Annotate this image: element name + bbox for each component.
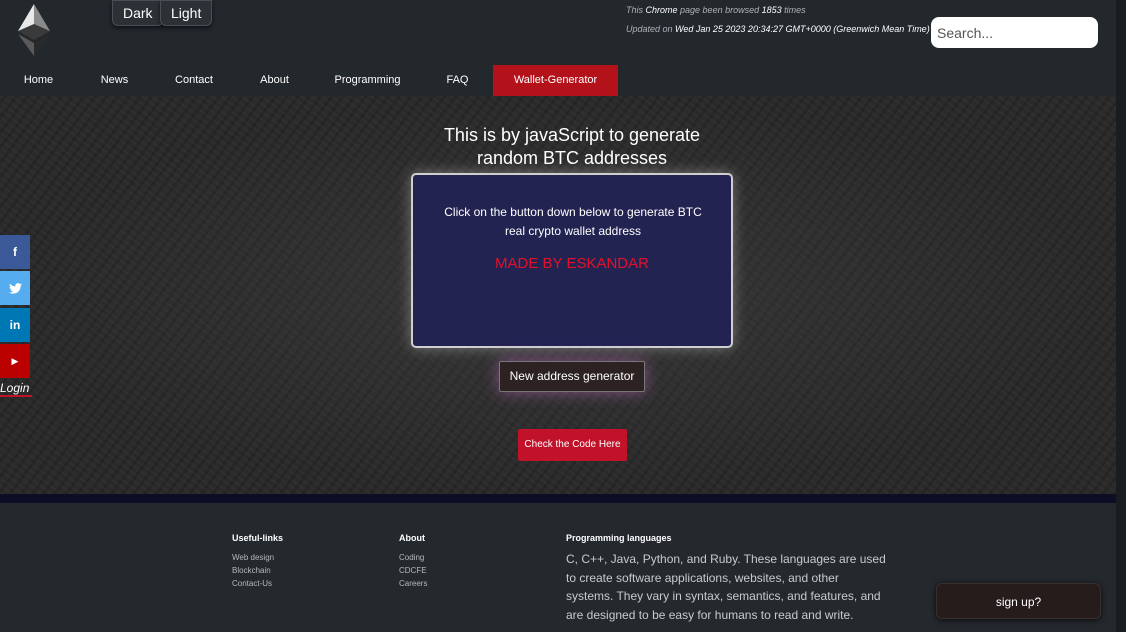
section-divider: [0, 494, 1116, 503]
footer-link-coding[interactable]: Coding: [399, 553, 424, 562]
browser-name: Chrome: [645, 5, 678, 15]
facebook-glyph: f: [13, 245, 17, 259]
programming-title: Programming languages: [566, 533, 672, 543]
footer-link-web-design[interactable]: Web design: [232, 553, 274, 562]
title-line-1: This is by javaScript to generate: [443, 125, 701, 145]
login-link[interactable]: Login: [0, 381, 32, 397]
check-code-button[interactable]: Check the Code Here: [518, 429, 627, 461]
update-date-text: Updated on Wed Jan 25 2023 20:34:27 GMT+…: [626, 24, 930, 34]
card-line-2: real crypto wallet address: [504, 224, 642, 238]
card-instructions: Click on the button down below to genera…: [433, 203, 713, 241]
nav-contact[interactable]: Contact: [152, 65, 236, 96]
main-section: This is by javaScript to generate random…: [0, 96, 1116, 494]
linkedin-icon[interactable]: in: [0, 308, 30, 342]
twitter-bird-icon: [8, 282, 22, 294]
footer-link-cdcfe[interactable]: CDCFE: [399, 566, 427, 575]
nav-home[interactable]: Home: [0, 65, 77, 96]
ethereum-logo-icon[interactable]: [14, 4, 54, 56]
new-address-button[interactable]: New address generator: [499, 361, 645, 392]
twitter-icon[interactable]: [0, 271, 30, 305]
browse-counter-text: This Chrome page been browsed 1853 times: [626, 5, 806, 15]
linkedin-glyph: in: [9, 318, 21, 332]
search-input[interactable]: [931, 17, 1098, 48]
title-line-2: random BTC addresses: [476, 148, 668, 168]
programming-description: C, C++, Java, Python, and Ruby. These la…: [566, 552, 886, 622]
update-date: Wed Jan 25 2023 20:34:27 GMT+0000 (Green…: [675, 24, 930, 34]
page-title: This is by javaScript to generate random…: [0, 124, 1126, 170]
nav-wallet-generator[interactable]: Wallet-Generator: [493, 65, 618, 96]
nav-about[interactable]: About: [236, 65, 313, 96]
light-theme-button[interactable]: Light: [160, 0, 213, 26]
footer-link-careers[interactable]: Careers: [399, 579, 427, 588]
browse-count: 1853: [761, 5, 782, 15]
dark-theme-button[interactable]: Dark: [112, 0, 164, 26]
footer-link-blockchain[interactable]: Blockchain: [232, 566, 271, 575]
page-scrollbar[interactable]: [1116, 0, 1126, 632]
about-title: About: [399, 533, 425, 543]
nav-faq[interactable]: FAQ: [422, 65, 493, 96]
youtube-glyph: ▶: [11, 355, 19, 366]
useful-links-title: Useful-links: [232, 533, 284, 543]
footer-link-contact-us[interactable]: Contact-Us: [232, 579, 272, 588]
nav-programming[interactable]: Programming: [313, 65, 422, 96]
youtube-icon[interactable]: ▶: [0, 344, 30, 378]
address-output-card: Click on the button down below to genera…: [411, 173, 733, 348]
site-header: Dark Light This Chrome page been browsed…: [0, 0, 1116, 96]
card-line-1: Click on the button down below to genera…: [444, 205, 702, 219]
author-credit: MADE BY ESKANDAR: [495, 255, 649, 272]
nav-news[interactable]: News: [77, 65, 152, 96]
signup-button[interactable]: sign up?: [936, 583, 1101, 619]
facebook-icon[interactable]: f: [0, 235, 30, 269]
